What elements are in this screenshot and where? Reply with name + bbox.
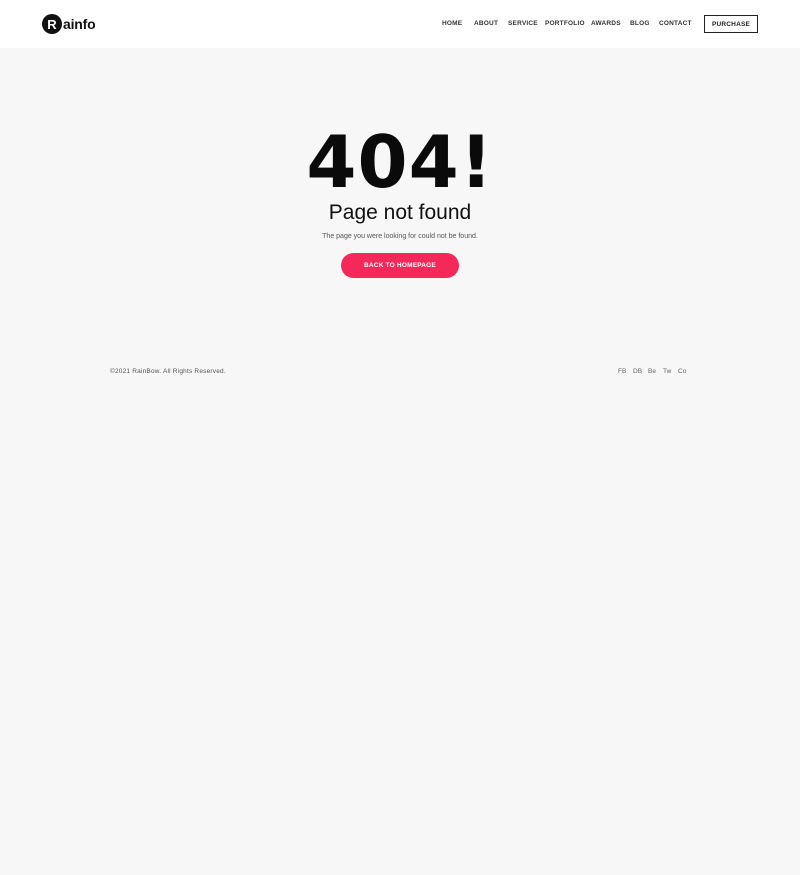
error-code: 404! — [306, 120, 494, 204]
nav-item-contact[interactable]: CONTACT — [659, 20, 692, 27]
nav-item-blog[interactable]: BLOG — [630, 20, 650, 27]
nav-item-home[interactable]: HOME — [442, 20, 462, 27]
social-link-db[interactable]: DB — [633, 368, 642, 375]
site-header: R ainfo HOME ABOUT SERVICE PORTFOLIO AWA… — [0, 0, 800, 48]
nav-item-service[interactable]: SERVICE — [508, 20, 538, 27]
nav-item-awards[interactable]: AWARDS — [591, 20, 621, 27]
social-link-tw[interactable]: Tw — [663, 368, 671, 375]
page: R ainfo HOME ABOUT SERVICE PORTFOLIO AWA… — [0, 0, 800, 875]
back-to-homepage-button[interactable]: BACK TO HOMEPAGE — [341, 253, 459, 278]
copyright-text: ©2021 RainBow. All Rights Reserved. — [110, 368, 226, 375]
nav-item-about[interactable]: ABOUT — [474, 20, 498, 27]
purchase-button[interactable]: PURCHASE — [704, 15, 758, 33]
social-link-co[interactable]: Co — [678, 368, 686, 375]
main-nav: HOME ABOUT SERVICE PORTFOLIO AWARDS BLOG… — [0, 20, 800, 30]
social-link-be[interactable]: Be — [648, 368, 656, 375]
nav-item-portfolio[interactable]: PORTFOLIO — [545, 20, 585, 27]
error-title: Page not found — [328, 201, 472, 224]
error-message: The page you were looking for could not … — [322, 233, 478, 240]
site-footer: ©2021 RainBow. All Rights Reserved. FB D… — [0, 366, 800, 380]
social-link-fb[interactable]: FB — [618, 368, 626, 375]
